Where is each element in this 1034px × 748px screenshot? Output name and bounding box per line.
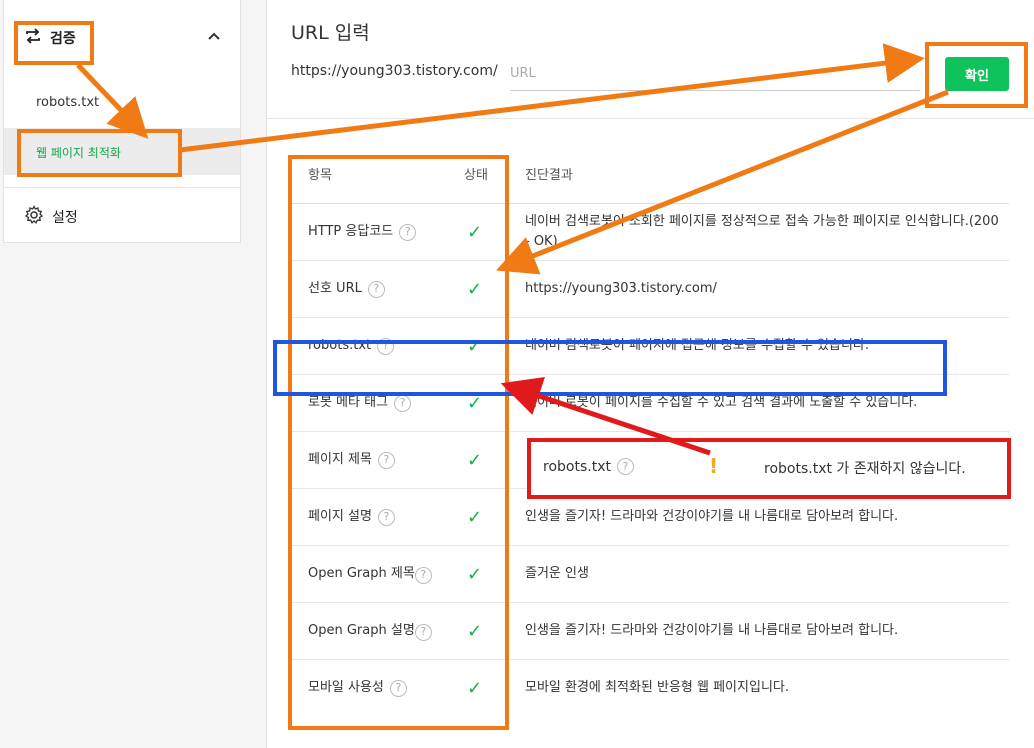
section-divider [267,118,1034,119]
annotation-box-robots-popup [527,438,1011,499]
row-result: 모바일 환경에 최적화된 반응형 웹 페이지입니다. [525,680,789,695]
sidebar-settings-label: 설정 [52,210,78,226]
annotation-box-web-optimization [17,129,182,177]
annotation-box-robots-row [273,340,947,396]
row-result: https://young303.tistory.com/ [525,281,717,296]
annotation-box-confirm [925,42,1028,108]
url-input[interactable] [510,56,920,91]
sidebar-item-robots[interactable]: robots.txt [36,95,99,110]
gear-icon [24,205,44,229]
sidebar-item-settings[interactable]: 설정 [24,205,78,229]
row-result: 즐거운 인생 [525,566,589,581]
annotation-box-verify [14,21,94,65]
url-prefix: https://young303.tistory.com/ [291,63,498,79]
annotation-box-item-status [288,155,509,730]
row-result: 네이버 검색로봇이 조회한 페이지를 정상적으로 접속 가능한 페이지로 인식합… [525,214,999,249]
url-section-title: URL 입력 [291,22,370,44]
sidebar-divider [4,187,240,188]
chevron-up-icon[interactable] [207,30,221,48]
row-result: 인생을 즐기자! 드라마와 건강이야기를 내 나름대로 담아보려 합니다. [525,623,899,638]
header-result: 진단결과 [525,168,573,183]
